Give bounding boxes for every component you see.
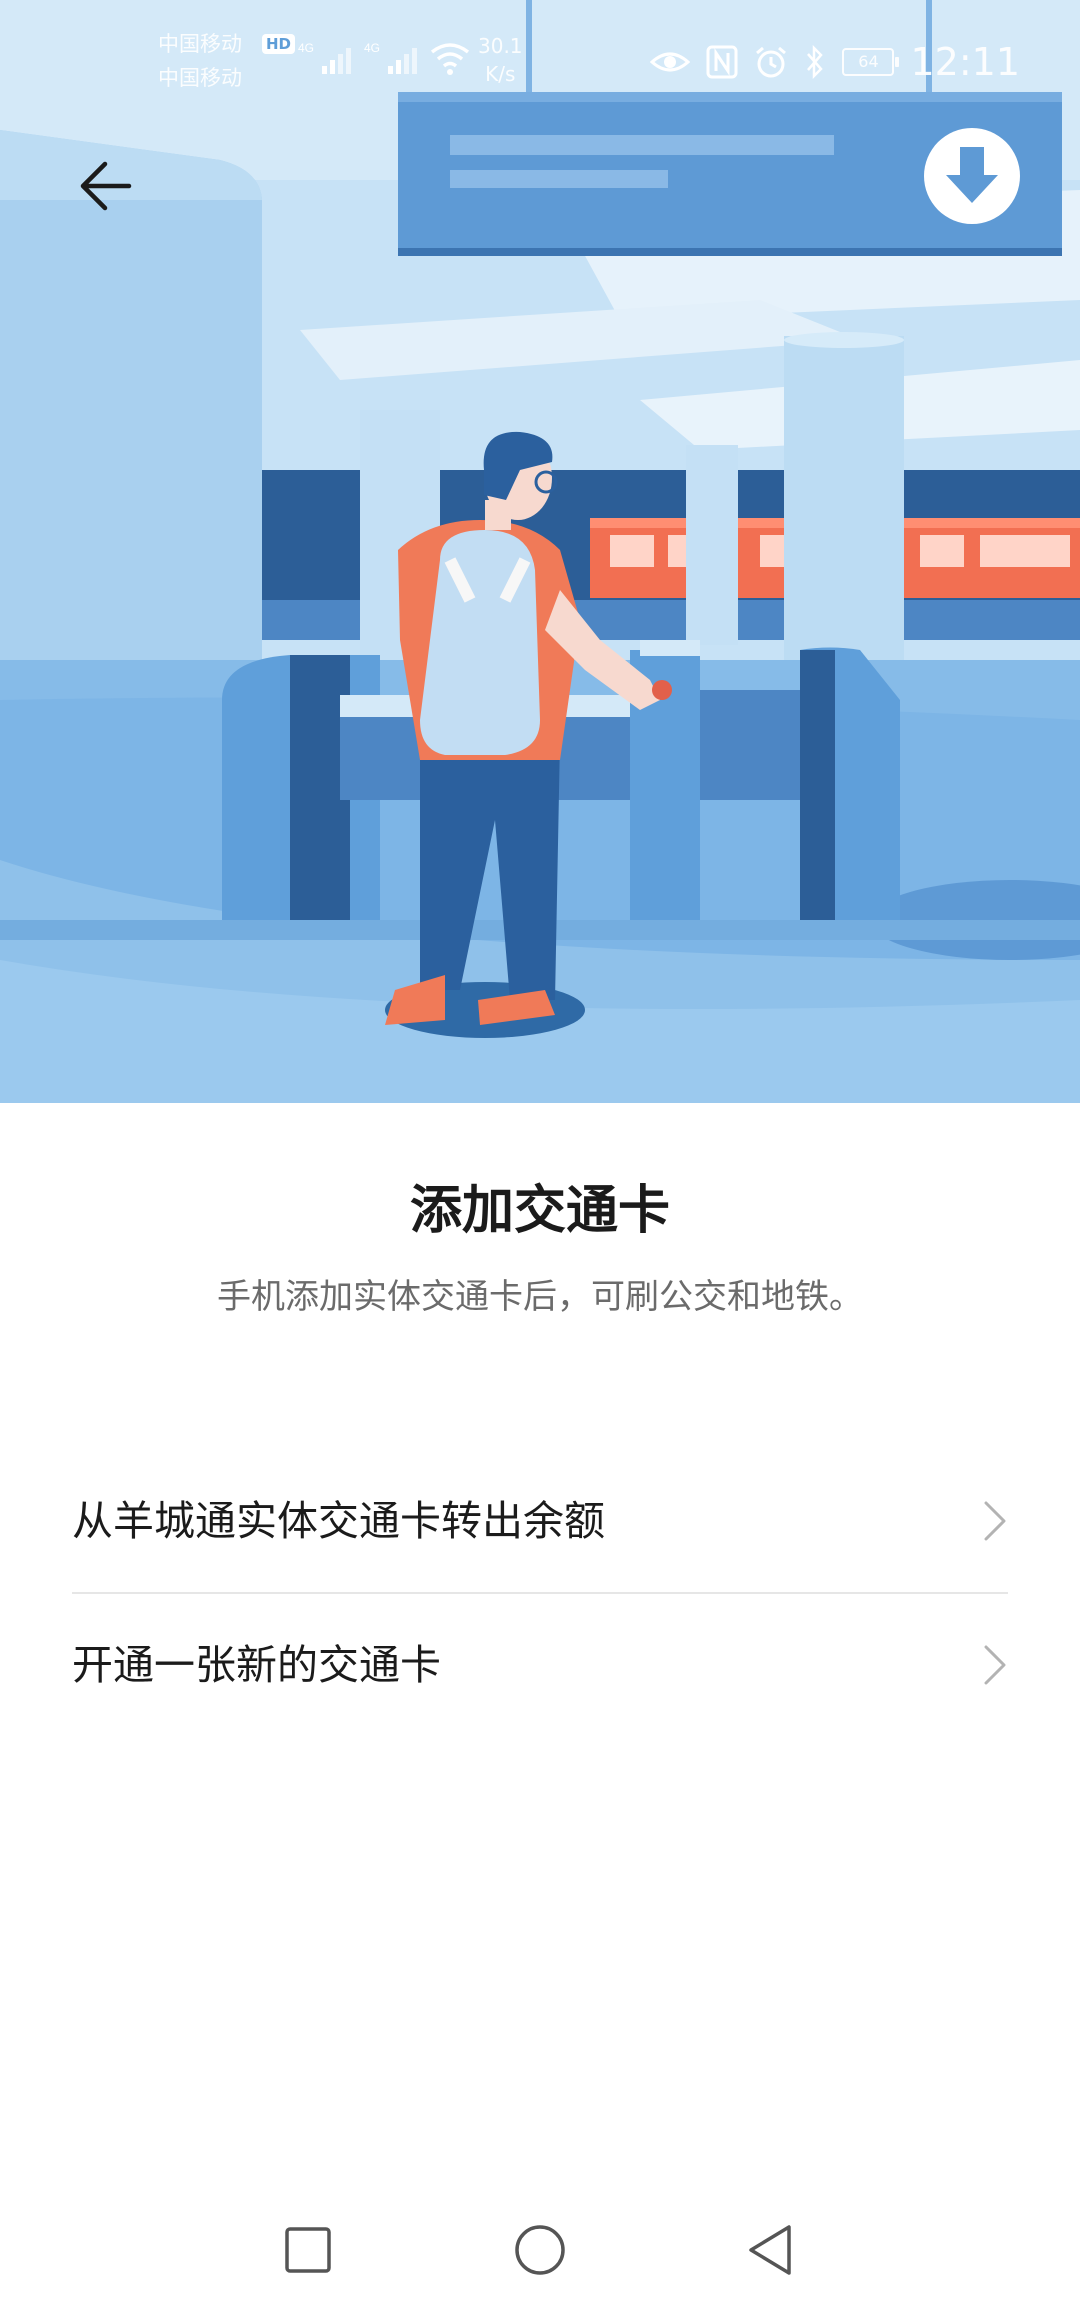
status-bar: 中国移动 HD 4G 4G 30.1 K/s 中国移动 64 12:11	[0, 0, 1080, 110]
signal-icon: 4G	[364, 41, 417, 74]
carrier-1-label: 中国移动	[158, 32, 242, 56]
page-subtitle: 手机添加实体交通卡后，可刷公交和地铁。	[217, 1277, 863, 1317]
triangle-back-icon	[749, 2225, 791, 2275]
square-recents-icon	[285, 2227, 331, 2273]
hero-illustration: 中国移动 HD 4G 4G 30.1 K/s 中国移动 64 12:11	[0, 0, 1080, 1103]
carrier-2-label: 中国移动	[158, 66, 242, 90]
option-label: 开通一张新的交通卡	[72, 1641, 441, 1689]
recents-button[interactable]	[258, 2190, 358, 2310]
download-badge	[924, 128, 1020, 224]
arrow-left-icon	[80, 161, 132, 211]
subway-station-illustration	[0, 0, 1080, 1103]
nfc-icon	[706, 45, 738, 79]
net-speed-unit: K/s	[485, 62, 516, 86]
svg-text:4G: 4G	[364, 41, 380, 55]
status-icons-right: 64 12:11	[650, 40, 1020, 84]
alarm-icon	[756, 46, 787, 78]
bluetooth-icon	[807, 45, 824, 79]
circle-home-icon	[515, 2225, 565, 2275]
net-speed-value: 30.1	[478, 34, 523, 58]
page-title: 添加交通卡	[409, 1181, 670, 1241]
svg-text:4G: 4G	[298, 41, 314, 55]
net-speed: 30.1 K/s	[478, 32, 523, 88]
back-button[interactable]	[62, 146, 152, 226]
chevron-right-icon	[984, 1501, 1006, 1541]
option-transfer-balance[interactable]: 从羊城通实体交通卡转出余额	[72, 1450, 1008, 1592]
option-new-card[interactable]: 开通一张新的交通卡	[72, 1594, 1008, 1736]
home-button[interactable]	[490, 2190, 590, 2310]
eye-comfort-icon	[650, 52, 691, 72]
download-arrow-icon	[946, 147, 998, 203]
signal-icon: 4G	[298, 41, 351, 74]
back-nav-button[interactable]	[720, 2190, 820, 2310]
navigation-bar	[0, 2190, 1080, 2310]
option-label: 从羊城通实体交通卡转出余额	[72, 1497, 605, 1545]
options-list: 从羊城通实体交通卡转出余额 开通一张新的交通卡	[72, 1450, 1008, 1736]
hd-badge: HD	[262, 34, 296, 54]
battery-indicator: 64	[842, 48, 900, 76]
status-time: 12:11	[910, 40, 1020, 84]
wifi-icon	[430, 43, 470, 75]
chevron-right-icon	[984, 1645, 1006, 1685]
